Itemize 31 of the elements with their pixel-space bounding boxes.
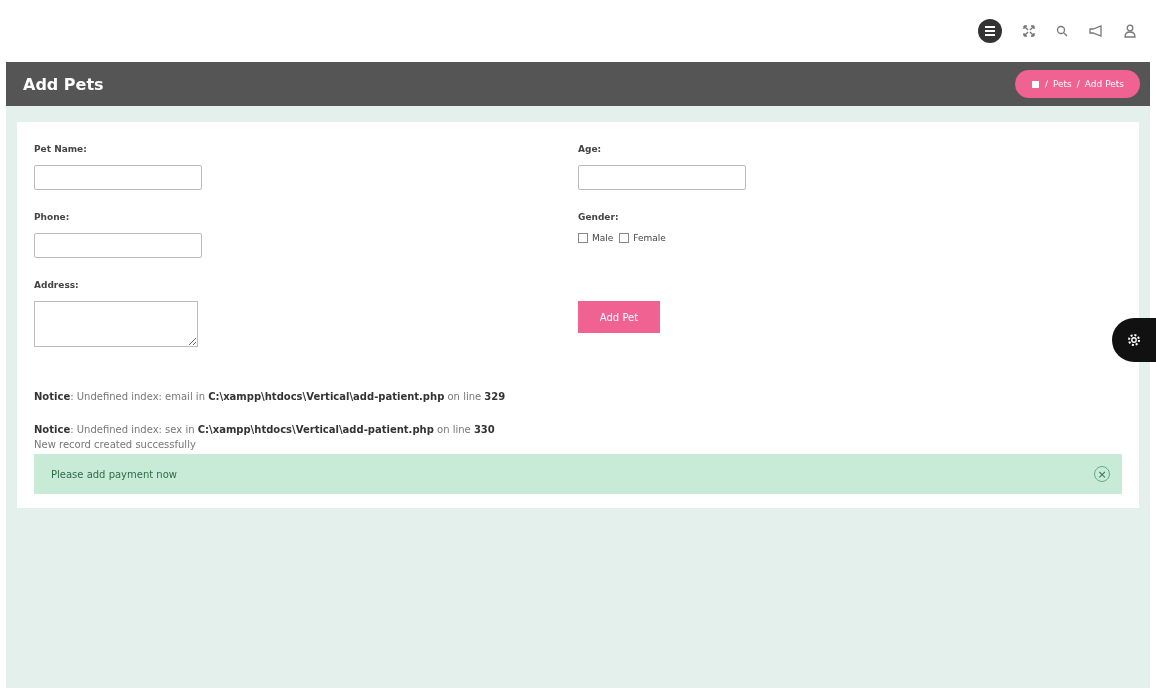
textarea-field[interactable] — [34, 301, 198, 347]
input-field[interactable] — [578, 165, 746, 190]
add-pet-button[interactable]: Add Pet — [578, 301, 660, 333]
breadcrumb-separator: / — [1076, 79, 1080, 89]
settings-button[interactable] — [1112, 318, 1156, 362]
alert-message: Please add payment now — [51, 468, 177, 480]
checkbox-label: Female — [633, 233, 666, 243]
search-icon[interactable] — [1056, 25, 1068, 37]
settings-icon — [1126, 332, 1142, 348]
notice-message: Notice: Undefined index: email in C:\xampp\htdocs\Vertical\add-patient.php on line 329 — [34, 391, 507, 402]
user-icon[interactable] — [1124, 24, 1136, 38]
notice-message: Notice: Undefined index: sex in C:\xampp\htdocs\Vertical\add-patient.php on line 330 — [34, 424, 496, 435]
breadcrumb-link[interactable]: Add Pets — [1084, 79, 1124, 89]
field-label: Gender: — [578, 212, 620, 222]
field-label: Age: — [578, 144, 603, 154]
fullscreen-icon[interactable] — [1022, 24, 1036, 38]
menu-icon[interactable] — [978, 19, 1002, 43]
home-icon[interactable] — [1030, 79, 1040, 89]
checkbox[interactable] — [619, 233, 630, 243]
breadcrumb-separator: / — [1044, 79, 1048, 89]
field-label: Phone: — [34, 212, 71, 222]
status-message: New record created successfully — [34, 439, 197, 450]
megaphone-icon[interactable] — [1088, 25, 1104, 37]
breadcrumb-link[interactable]: Pets — [1052, 79, 1072, 89]
field-label: Pet Name: — [34, 144, 88, 154]
input-field[interactable] — [34, 233, 202, 258]
checkbox[interactable] — [578, 233, 588, 243]
checkbox-label: Male — [592, 233, 614, 243]
input-field[interactable] — [34, 165, 202, 190]
page-title: Add Pets — [23, 74, 104, 94]
field-label: Address: — [34, 280, 80, 290]
